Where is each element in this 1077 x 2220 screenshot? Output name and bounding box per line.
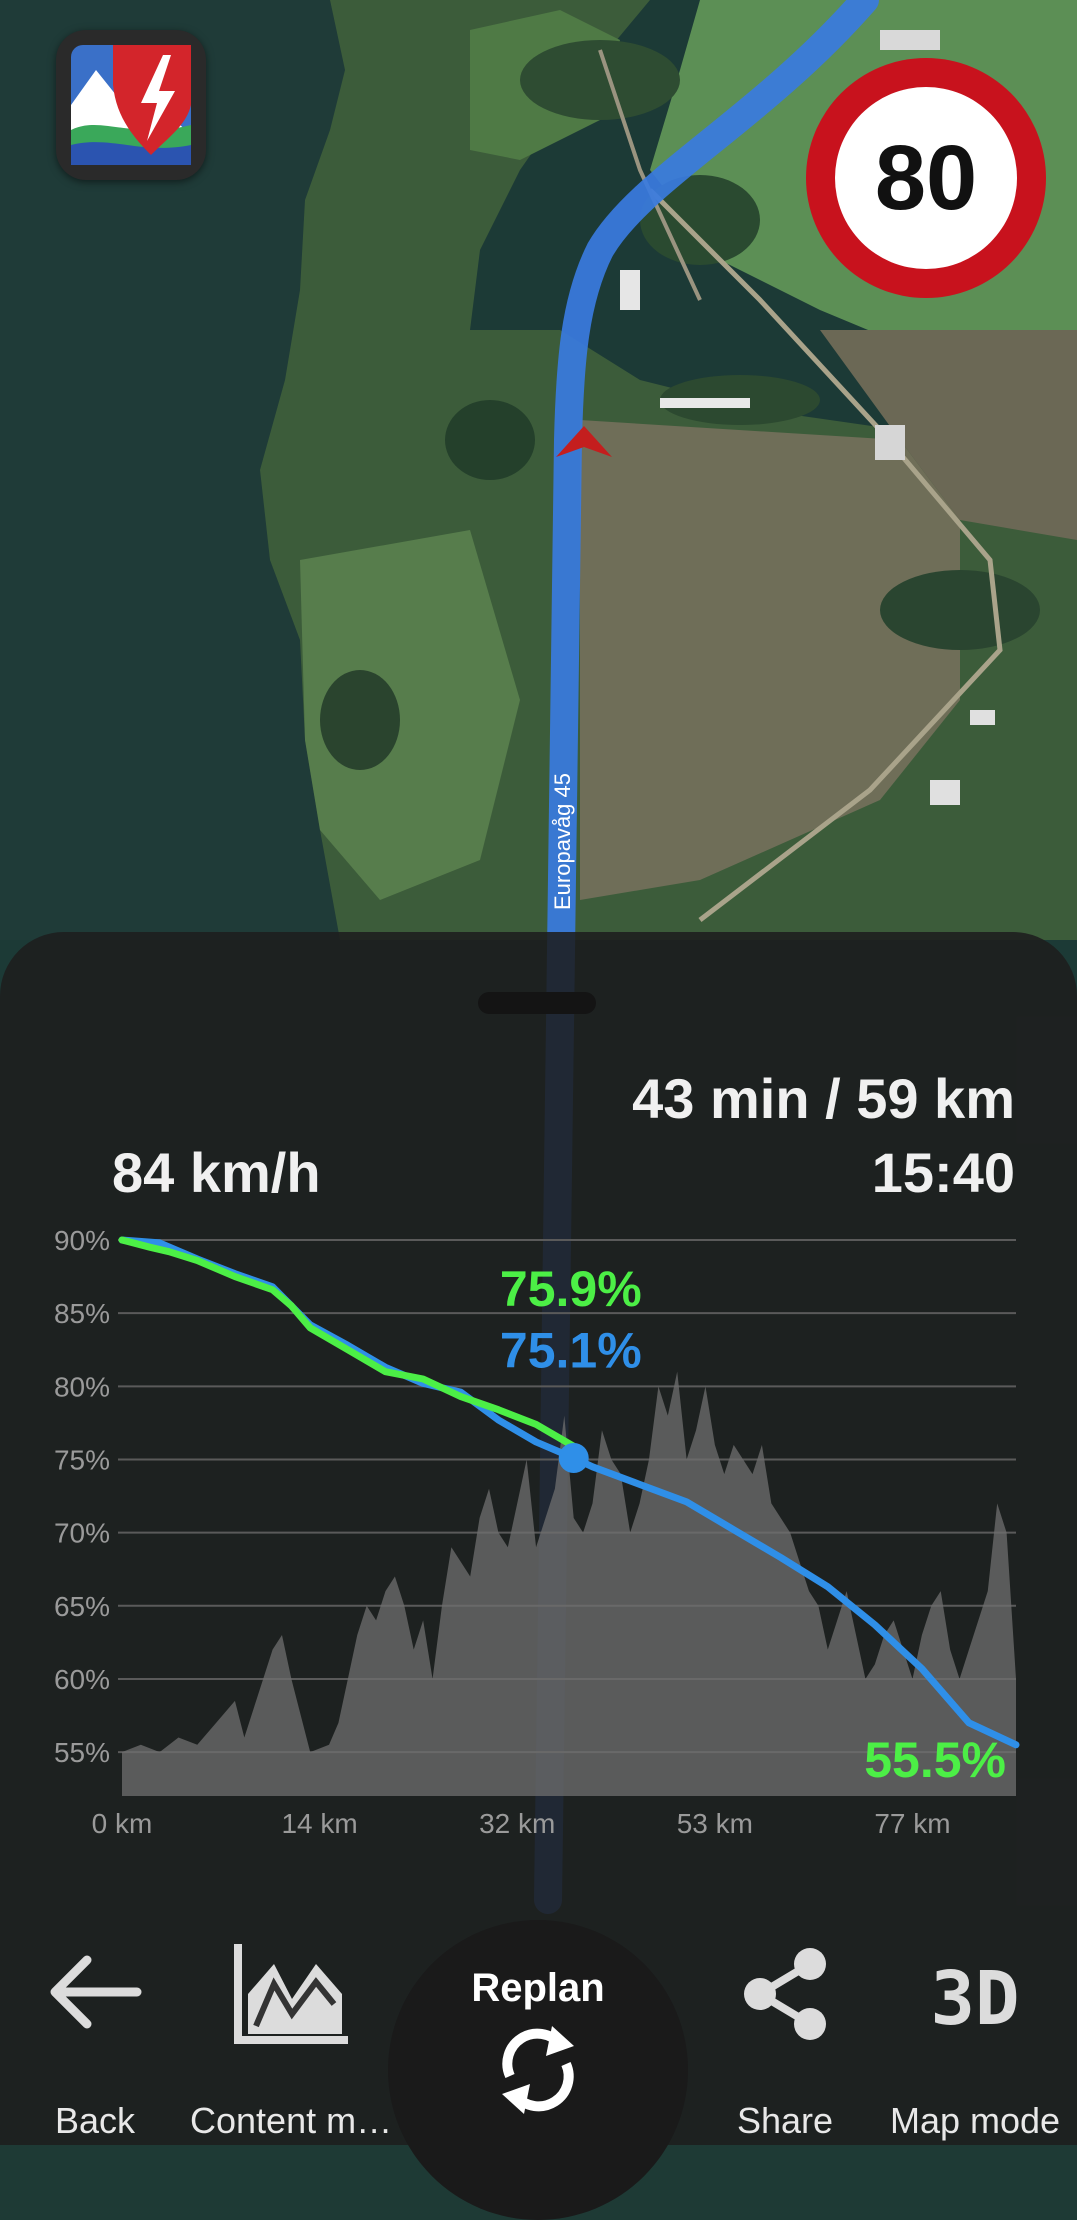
speed-limit-value: 80 xyxy=(874,126,978,229)
x-tick-label: 77 km xyxy=(874,1808,950,1839)
share-label: Share xyxy=(736,2100,834,2141)
y-tick-label: 55% xyxy=(54,1737,110,1768)
back-label: Back xyxy=(54,2100,136,2141)
eta-distance: 43 min / 59 km xyxy=(632,1067,1015,1130)
map-mode-button[interactable]: 3D Map mode xyxy=(880,1890,1070,2145)
current-speed: 84 km/h xyxy=(112,1141,321,1204)
back-button[interactable]: Back xyxy=(20,1890,170,2145)
y-tick-label: 80% xyxy=(54,1371,110,1402)
replan-label: Replan xyxy=(471,1966,605,2010)
speed-limit-sign: 80 xyxy=(806,58,1046,298)
back-arrow-icon xyxy=(50,1955,142,2029)
y-tick-label: 70% xyxy=(54,1518,110,1549)
battery-elevation-chart[interactable]: 90% 85% 80% 75% 70% 65% 60% 55% 0 km 14 km 32 km 5… xyxy=(0,1228,1077,1848)
arrival-time: 15:40 xyxy=(871,1141,1015,1204)
current-position-marker xyxy=(558,1443,589,1474)
bottom-navigation-bar: Back Content m… Replan Share 3D Map mode xyxy=(0,1890,1077,2220)
refresh-icon xyxy=(502,2026,574,2114)
content-mode-button[interactable]: Content m… xyxy=(190,1890,393,2145)
content-mode-label: Content m… xyxy=(190,2100,393,2141)
drag-handle[interactable] xyxy=(478,992,596,1014)
3d-icon: 3D xyxy=(930,1956,1020,2042)
y-tick-label: 60% xyxy=(54,1664,110,1695)
road-label: Europavåg 45 xyxy=(550,773,575,910)
y-tick-label: 65% xyxy=(54,1591,110,1622)
actual-percent-label: 75.9% xyxy=(500,1261,642,1317)
map-mode-label: Map mode xyxy=(889,2100,1061,2141)
x-tick-label: 0 km xyxy=(92,1808,153,1839)
x-tick-label: 14 km xyxy=(281,1808,357,1839)
y-tick-label: 90% xyxy=(54,1228,110,1256)
app-logo[interactable] xyxy=(56,30,206,180)
x-tick-label: 53 km xyxy=(677,1808,753,1839)
share-button[interactable]: Share xyxy=(720,1890,850,2145)
app-logo-icon xyxy=(71,45,191,165)
final-percent-label: 55.5% xyxy=(864,1732,1006,1788)
x-tick-label: 32 km xyxy=(479,1808,555,1839)
replan-button[interactable]: Replan xyxy=(388,1920,688,2220)
y-tick-label: 75% xyxy=(54,1444,110,1475)
chart-icon xyxy=(234,1944,348,2044)
predicted-percent-label: 75.1% xyxy=(500,1322,642,1378)
y-tick-label: 85% xyxy=(54,1298,110,1329)
share-icon xyxy=(744,1948,826,2040)
